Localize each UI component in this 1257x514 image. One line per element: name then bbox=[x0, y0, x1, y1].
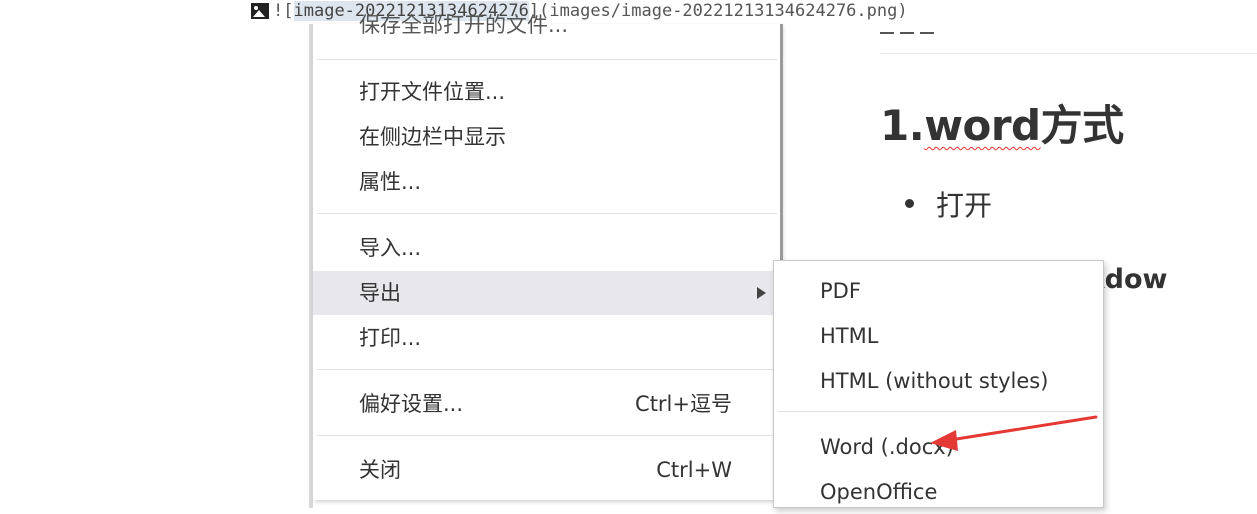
annotation-arrow-icon bbox=[930, 415, 1098, 451]
